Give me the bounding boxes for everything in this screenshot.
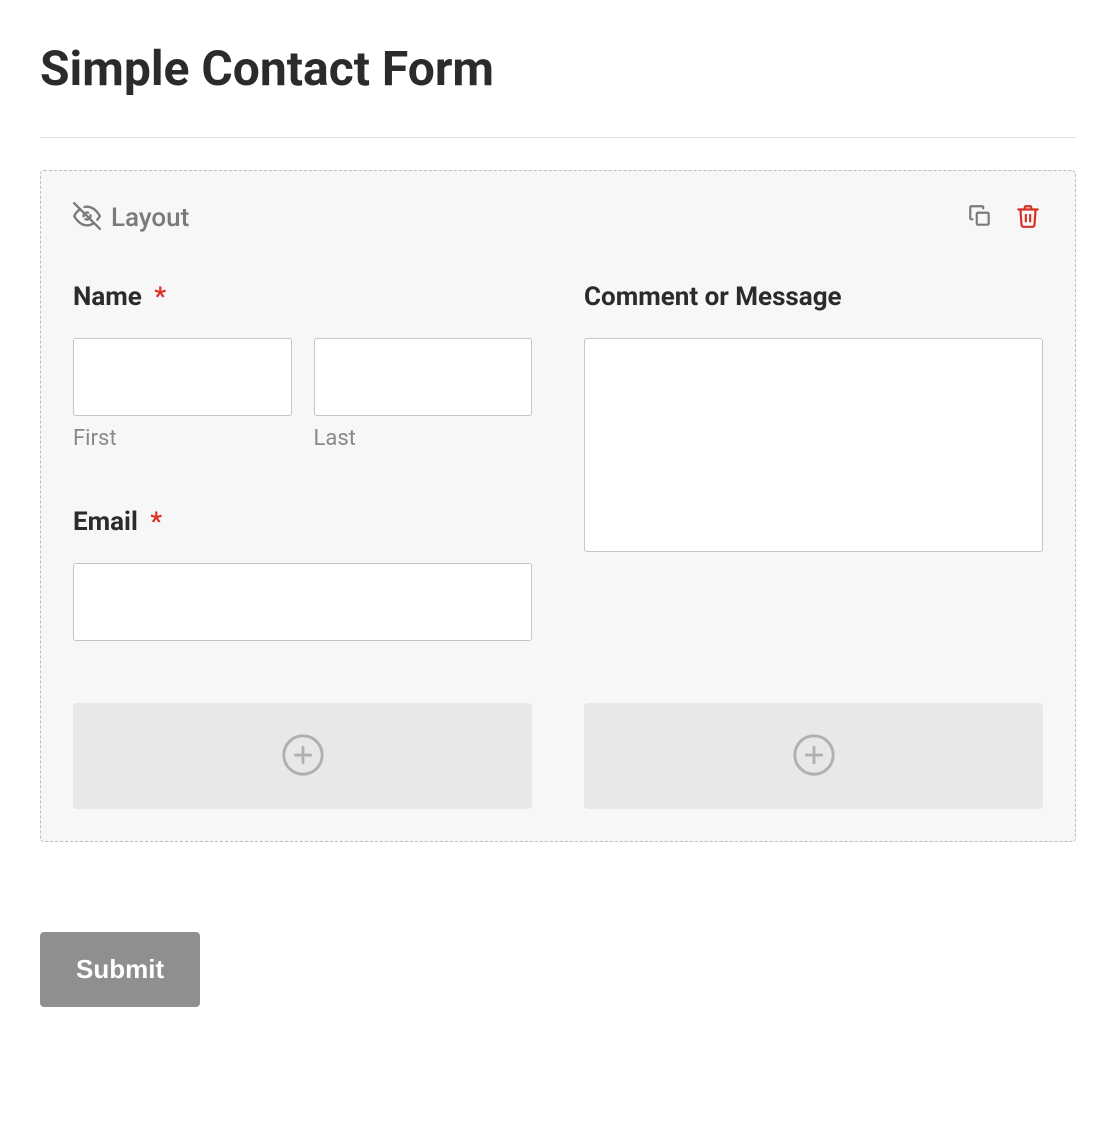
email-field[interactable]: Email * — [73, 507, 532, 641]
title-divider — [40, 137, 1076, 138]
comment-textarea[interactable] — [584, 338, 1043, 552]
email-label-text: Email — [73, 507, 138, 537]
delete-button[interactable] — [1013, 201, 1043, 234]
add-zone-row — [73, 703, 1043, 809]
email-label: Email * — [73, 507, 532, 537]
duplicate-button[interactable] — [965, 201, 995, 234]
page-title: Simple Contact Form — [40, 40, 1076, 97]
name-field[interactable]: Name * First Last — [73, 282, 532, 507]
required-marker: * — [154, 282, 166, 312]
last-name-group: Last — [314, 338, 533, 451]
name-inputs-row: First Last — [73, 338, 532, 451]
name-label: Name * — [73, 282, 532, 312]
comment-label: Comment or Message — [584, 282, 1043, 312]
submit-button[interactable]: Submit — [40, 932, 200, 1007]
last-name-input[interactable] — [314, 338, 533, 416]
layout-block: Layout — [40, 170, 1076, 842]
first-name-input[interactable] — [73, 338, 292, 416]
column-right: Comment or Message — [584, 282, 1043, 683]
duplicate-icon — [967, 203, 993, 232]
column-left: Name * First Last Email * — [73, 282, 532, 683]
plus-circle-icon — [791, 732, 837, 781]
email-input[interactable] — [73, 563, 532, 641]
required-marker: * — [150, 507, 162, 537]
layout-header: Layout — [73, 201, 1043, 234]
first-name-group: First — [73, 338, 292, 451]
layout-label-wrap: Layout — [73, 202, 189, 234]
visibility-off-icon — [73, 202, 101, 234]
add-field-left-button[interactable] — [73, 703, 532, 809]
add-field-right-button[interactable] — [584, 703, 1043, 809]
plus-circle-icon — [280, 732, 326, 781]
layout-columns: Name * First Last Email * — [73, 282, 1043, 683]
layout-label: Layout — [111, 203, 189, 233]
name-label-text: Name — [73, 282, 142, 312]
last-name-sublabel: Last — [314, 426, 533, 451]
layout-actions — [965, 201, 1043, 234]
trash-icon — [1015, 203, 1041, 232]
first-name-sublabel: First — [73, 426, 292, 451]
comment-field[interactable]: Comment or Message — [584, 282, 1043, 556]
